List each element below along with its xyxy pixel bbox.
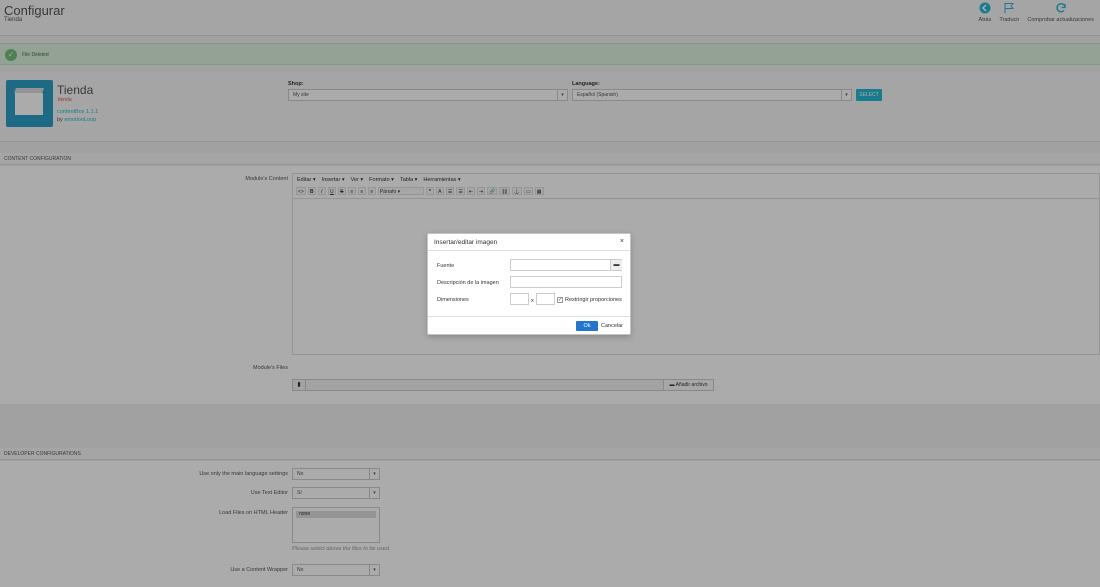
cancel-button[interactable]: Cancelar [601,321,623,331]
height-input[interactable] [536,293,555,305]
dialog-header: Insertar/editar imagen × [428,234,630,251]
constrain-label: Restringir proporciones [565,297,622,303]
source-input[interactable] [510,259,622,271]
constrain-checkbox[interactable]: ✓ [557,297,563,303]
dialog-title: Insertar/editar imagen [434,239,498,246]
description-label: Descripción de la imagen [437,280,499,286]
dimensions-label: Dimensiones [437,297,469,303]
dialog-divider [428,316,630,317]
folder-icon[interactable]: ▬ [610,260,622,270]
dimension-separator: x [531,298,534,304]
close-icon[interactable]: × [620,238,624,245]
description-input[interactable] [510,276,622,288]
ok-button[interactable]: Ok [576,321,598,331]
width-input[interactable] [510,293,529,305]
source-label: Fuente [437,263,455,269]
insert-image-dialog: Insertar/editar imagen × Fuente ▬ Descri… [427,233,631,335]
